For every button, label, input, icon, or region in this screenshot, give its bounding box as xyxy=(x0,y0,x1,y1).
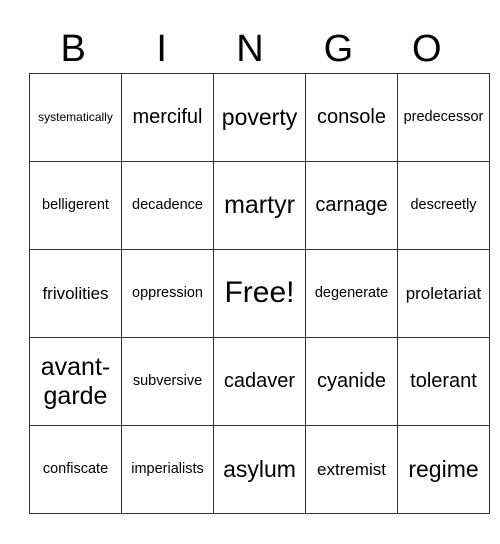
bingo-cell: subversive xyxy=(121,337,214,426)
header-letter-i: I xyxy=(156,28,167,70)
bingo-cell: oppression xyxy=(121,249,214,338)
bingo-cell: martyr xyxy=(213,161,306,250)
bingo-cell: predecessor xyxy=(397,73,490,162)
bingo-cell: cadaver xyxy=(213,337,306,426)
grid-row: confiscate imperialists asylum extremist… xyxy=(29,425,490,514)
bingo-cell: merciful xyxy=(121,73,214,162)
bingo-cell: carnage xyxy=(305,161,398,250)
bingo-cell: cyanide xyxy=(305,337,398,426)
header-letter-g: G xyxy=(323,28,354,70)
header-letter-b: B xyxy=(60,28,86,70)
free-cell: Free! xyxy=(213,249,306,338)
bingo-cell: avant-garde xyxy=(29,337,122,426)
bingo-cell: proletariat xyxy=(397,249,490,338)
grid-row: avant-garde subversive cadaver cyanide t… xyxy=(29,337,490,426)
header-letter-o: O xyxy=(412,28,442,70)
grid-row: belligerent decadence martyr carnage des… xyxy=(29,161,490,250)
bingo-cell: frivolities xyxy=(29,249,122,338)
header-letter-n: N xyxy=(236,28,264,70)
grid-row: systematically merciful poverty console … xyxy=(29,73,490,162)
bingo-cell: asylum xyxy=(213,425,306,514)
bingo-cell: imperialists xyxy=(121,425,214,514)
bingo-cell: decadence xyxy=(121,161,214,250)
bingo-header: B I N G O xyxy=(29,26,471,72)
bingo-cell: tolerant xyxy=(397,337,490,426)
bingo-cell: regime xyxy=(397,425,490,514)
bingo-cell: extremist xyxy=(305,425,398,514)
bingo-cell: systematically xyxy=(29,73,122,162)
bingo-cell: poverty xyxy=(213,73,306,162)
bingo-cell: confiscate xyxy=(29,425,122,514)
bingo-cell: descreetly xyxy=(397,161,490,250)
bingo-cell: console xyxy=(305,73,398,162)
bingo-cell: degenerate xyxy=(305,249,398,338)
cell-text: avant-garde xyxy=(40,352,111,410)
bingo-cell: belligerent xyxy=(29,161,122,250)
bingo-grid: systematically merciful poverty console … xyxy=(29,73,490,514)
grid-row: frivolities oppression Free! degenerate … xyxy=(29,249,490,338)
